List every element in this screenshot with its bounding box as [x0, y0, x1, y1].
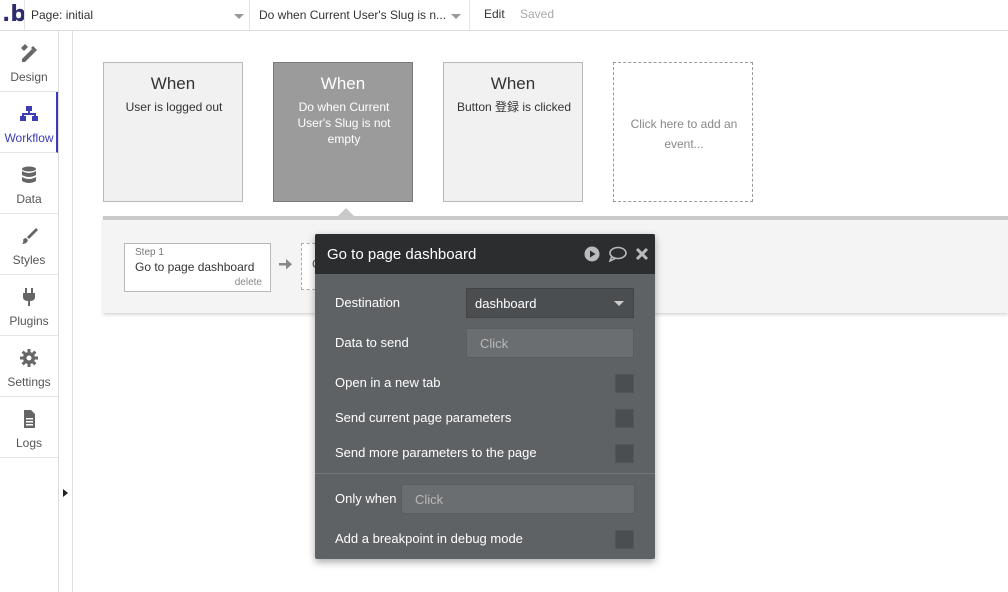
design-icon — [21, 44, 37, 62]
add-event-label: Click here to add an event... — [630, 117, 738, 151]
destination-label: Destination — [335, 295, 401, 310]
workflow-editor: .b Page: initial Do when Current User's … — [0, 0, 1008, 592]
only-when-field[interactable]: Click — [401, 484, 635, 514]
sidebar-item-label: Plugins — [9, 314, 49, 328]
only-when-placeholder: Click — [415, 492, 444, 507]
bubble-logo[interactable]: .b — [2, 2, 26, 28]
event-card-logged-out[interactable]: When User is logged out — [103, 62, 243, 202]
destination-value: dashboard — [475, 296, 537, 311]
sidebar-item-logs[interactable]: Logs — [0, 397, 58, 458]
sidebar-item-data[interactable]: Data — [0, 153, 58, 214]
divider — [315, 473, 655, 474]
sidebar-item-design[interactable]: Design — [0, 31, 58, 92]
sidebar-item-label: Workflow — [4, 131, 54, 145]
comment-icon[interactable] — [608, 246, 627, 262]
editor-title: Go to page dashboard — [327, 246, 477, 263]
breakpoint-label: Add a breakpoint in debug mode — [335, 531, 523, 546]
selected-event-pointer — [337, 208, 355, 217]
sidebar-item-styles[interactable]: Styles — [0, 214, 58, 275]
chevron-down-icon — [234, 14, 244, 19]
brush-icon — [22, 228, 38, 244]
sidebar-item-plugins[interactable]: Plugins — [0, 275, 58, 336]
event-when-label: When — [320, 74, 366, 93]
page-selector-label: Page: initial — [31, 8, 94, 22]
event-description: User is logged out — [125, 100, 223, 114]
step-name: Go to page dashboard — [135, 260, 255, 274]
editor-header: Go to page dashboard — [315, 234, 655, 274]
event-when-label: When — [150, 74, 196, 93]
play-icon[interactable] — [584, 246, 600, 262]
gear-icon — [20, 349, 38, 367]
delete-step-link[interactable]: delete — [235, 277, 262, 288]
step-card[interactable]: Step 1 Go to page dashboard delete — [124, 243, 271, 292]
open-new-tab-label: Open in a new tab — [335, 375, 441, 390]
chevron-down-icon — [451, 14, 461, 19]
sidebar-item-label: Settings — [7, 375, 51, 389]
only-when-label: Only when — [335, 491, 397, 506]
send-current-params-checkbox[interactable] — [615, 409, 634, 428]
breakpoint-checkbox[interactable] — [615, 530, 634, 549]
data-to-send-placeholder: Click — [480, 336, 509, 351]
sidebar-item-workflow[interactable]: Workflow — [0, 92, 58, 153]
left-sidebar: Design Workflow Data Styles Plugins Sett… — [0, 31, 59, 592]
sidebar-item-label: Styles — [12, 253, 46, 267]
sidebar-item-label: Data — [16, 192, 42, 206]
saved-status: Saved — [520, 7, 555, 21]
destination-dropdown[interactable]: dashboard — [466, 288, 634, 318]
document-icon — [24, 410, 35, 428]
page-selector[interactable]: Page: initial — [24, 0, 250, 31]
divider — [72, 31, 73, 592]
event-description: Button 登録 is clicked — [456, 100, 572, 114]
send-current-params-label: Send current page parameters — [335, 410, 512, 425]
workflow-selector-label: Do when Current User's Slug is n... — [259, 8, 447, 22]
send-more-params-checkbox[interactable] — [615, 444, 634, 463]
workflow-selector[interactable]: Do when Current User's Slug is n... — [251, 0, 470, 31]
event-card-button-clicked[interactable]: When Button 登録 is clicked — [443, 62, 583, 202]
expand-panel-icon[interactable] — [63, 489, 68, 497]
sidebar-item-settings[interactable]: Settings — [0, 336, 58, 397]
chevron-down-icon — [614, 301, 624, 306]
step-number: Step 1 — [135, 247, 164, 258]
close-icon[interactable] — [635, 246, 649, 262]
top-bar: .b Page: initial Do when Current User's … — [0, 0, 1008, 31]
data-to-send-field[interactable]: Click — [466, 328, 634, 358]
add-event-card[interactable]: Click here to add an event... — [613, 62, 753, 202]
sidebar-item-label: Design — [10, 70, 48, 84]
open-new-tab-checkbox[interactable] — [615, 374, 634, 393]
database-icon — [22, 166, 36, 183]
action-property-editor: Go to page dashboard Destination dashboa… — [315, 234, 655, 559]
workflow-icon — [20, 106, 38, 121]
edit-menu[interactable]: Edit — [484, 7, 505, 21]
event-card-slug-not-empty[interactable]: When Do when Current User's Slug is not … — [273, 62, 413, 202]
sidebar-item-label: Logs — [15, 436, 43, 450]
plug-icon — [23, 288, 35, 306]
event-when-label: When — [490, 74, 536, 93]
arrow-right-icon — [279, 259, 292, 270]
send-more-params-label: Send more parameters to the page — [335, 445, 537, 460]
event-description: Do when Current User's Slug is not empty — [297, 100, 391, 146]
data-to-send-label: Data to send — [335, 335, 409, 350]
